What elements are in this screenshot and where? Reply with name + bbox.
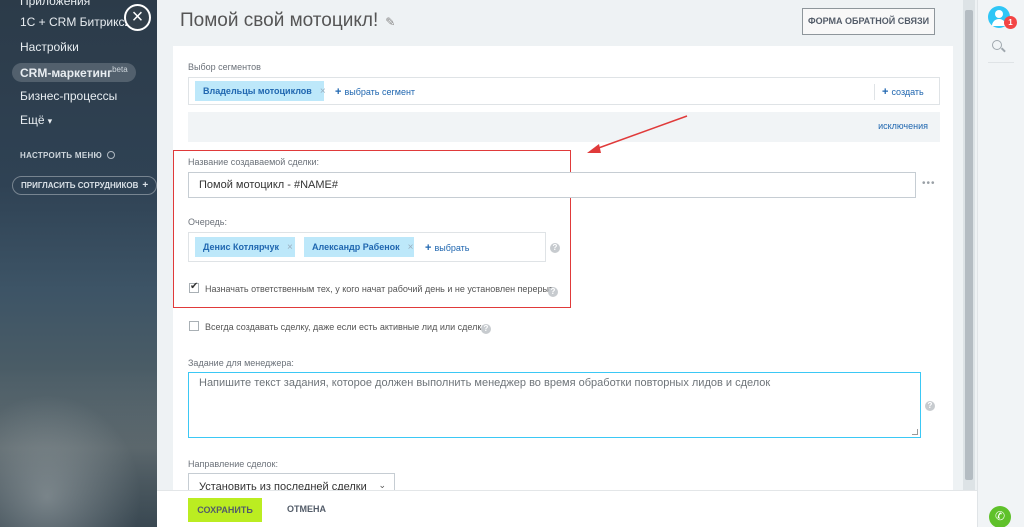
divider [988,62,1014,63]
direction-label: Направление сделок: [188,459,278,469]
beta-label: beta [112,65,128,74]
task-label: Задание для менеджера: [188,358,294,368]
queue-tag[interactable]: Александр Рабенок × [304,237,414,257]
queue-tag[interactable]: Денис Котлярчук × [195,237,295,257]
segment-tag-label: Владельцы мотоциклов [203,86,312,96]
always-create-label: Всегда создавать сделку, даже если есть … [205,322,487,332]
create-segment-label: создать [891,87,924,97]
edit-pencil-icon[interactable]: ✎ [385,15,395,29]
queue-select-label: выбрать [434,243,470,253]
more-dots-icon[interactable]: ••• [922,178,936,189]
sidebar-item-apps[interactable]: Приложения [20,0,90,8]
queue-select-link[interactable]: + выбрать [425,242,469,254]
phone-icon[interactable]: ✆ [989,506,1011,527]
queue-tag-label: Александр Рабенок [312,242,400,252]
select-segment-label: выбрать сегмент [344,87,416,97]
close-slider-button[interactable]: × [124,4,151,31]
invite-label: ПРИГЛАСИТЬ СОТРУДНИКОВ [21,181,139,190]
segment-tag[interactable]: Владельцы мотоциклов × [195,81,326,101]
notification-badge: 1 [1004,16,1017,29]
arrow-head [587,144,601,153]
help-icon[interactable]: ? [481,324,491,334]
segments-selector[interactable]: Владельцы мотоциклов × + выбрать сегмент +… [188,77,940,105]
sidebar-item-label: Ещё [20,113,45,127]
invite-employees-button[interactable]: ПРИГЛАСИТЬ СОТРУДНИКОВ + [12,176,157,195]
plus-icon: + [335,86,342,98]
feedback-form-button[interactable]: ФОРМА ОБРАТНОЙ СВЯЗИ [802,8,935,35]
sidebar-item-1c-crm[interactable]: 1С + CRM Битрикс24 [20,15,138,29]
plus-icon: + [882,86,889,98]
page-title-text: Помой свой мотоцикл! [180,10,379,31]
form-card: Выбор сегментов Владельцы мотоциклов × + в… [173,46,953,496]
sidebar-item-crm-marketing[interactable]: CRM-маркетингbeta [12,63,136,82]
left-sidebar: Приложения 1С + CRM Битрикс24 Настройки … [0,0,157,527]
remove-tag-icon[interactable]: × [287,242,293,253]
sidebar-background [0,377,157,527]
configure-menu-label: НАСТРОИТЬ МЕНЮ [20,151,103,160]
gear-icon [107,151,116,159]
arrow-line [592,115,688,151]
task-textarea[interactable]: Напишите текст задания, которое должен в… [188,372,921,438]
help-icon[interactable]: ? [548,287,558,297]
remove-tag-icon[interactable]: × [408,242,414,253]
right-panel: 1 ✆ [977,0,1024,527]
assign-working-label: Назначать ответственным тех, у кого нача… [205,284,557,294]
create-segment-link[interactable]: + создать [882,86,924,98]
help-icon[interactable]: ? [550,243,560,253]
red-arrow-annotation [587,115,688,153]
select-segment-link[interactable]: + выбрать сегмент [335,86,415,98]
scrollbar-thumb[interactable] [965,10,973,480]
exclusions-bar: исключения [188,112,940,142]
remove-tag-icon[interactable]: × [320,86,326,97]
configure-menu-button[interactable]: НАСТРОИТЬ МЕНЮ [20,151,116,160]
exclusions-link[interactable]: исключения [878,121,928,131]
always-create-checkbox[interactable] [189,321,199,331]
search-icon[interactable] [992,40,1002,50]
resize-handle[interactable] [912,429,918,435]
sidebar-item-more[interactable]: Ещё ▾ [20,113,52,127]
divider [874,84,875,100]
sidebar-item-business-processes[interactable]: Бизнес-процессы [20,89,117,103]
assign-working-checkbox[interactable] [189,281,199,293]
deal-name-value: Помой мотоцикл - #NAME# [199,179,338,191]
queue-tag-label: Денис Котлярчук [203,242,280,252]
segments-label: Выбор сегментов [188,62,261,72]
page-title: Помой свой мотоцикл! ✎ [180,10,395,32]
queue-selector[interactable]: Денис Котлярчук × Александр Рабенок × + выб… [188,232,546,262]
queue-label: Очередь: [188,217,227,227]
deal-name-input[interactable]: Помой мотоцикл - #NAME# [188,172,916,198]
footer-bar: СОХРАНИТЬ ОТМЕНА [157,490,977,527]
save-button[interactable]: СОХРАНИТЬ [188,498,262,522]
sidebar-item-label: CRM-маркетинг [20,66,113,80]
help-icon[interactable]: ? [925,401,935,411]
chevron-down-icon: ▾ [47,116,53,126]
plus-icon: + [425,242,432,254]
plus-icon: + [142,180,149,191]
slider-panel: Помой свой мотоцикл! ✎ ФОРМА ОБРАТНОЙ СВЯ… [157,0,977,527]
deal-name-label: Название создаваемой сделки: [188,157,319,167]
task-placeholder: Напишите текст задания, которое должен в… [199,377,771,389]
cancel-button[interactable]: ОТМЕНА [287,504,326,514]
sidebar-item-settings[interactable]: Настройки [20,40,79,54]
